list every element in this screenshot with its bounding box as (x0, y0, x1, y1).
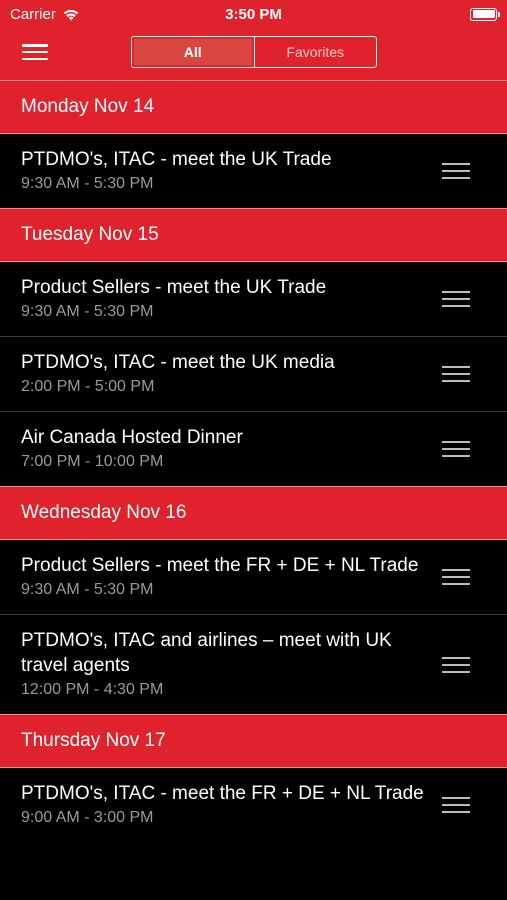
event-time: 2:00 PM - 5:00 PM (21, 378, 155, 395)
reorder-handle-icon[interactable] (442, 569, 470, 585)
event-time: 7:00 PM - 10:00 PM (21, 453, 164, 470)
status-left: Carrier (10, 6, 80, 23)
event-row[interactable]: PTDMO's, ITAC and airlines – meet with U… (0, 615, 507, 714)
event-time: 9:30 AM - 5:30 PM (21, 303, 154, 320)
reorder-handle-icon[interactable] (442, 656, 470, 673)
carrier-label: Carrier (10, 5, 56, 23)
section-header-thursday: Thursday Nov 17 (0, 714, 507, 768)
event-row[interactable]: Product Sellers - meet the FR + DE + NL … (0, 540, 507, 615)
event-time: 9:30 AM - 5:30 PM (21, 175, 154, 192)
event-row[interactable]: PTDMO's, ITAC - meet the FR + DE + NL Tr… (0, 768, 507, 842)
event-title: PTDMO's, ITAC - meet the FR + DE + NL Tr… (21, 783, 424, 804)
event-row[interactable]: Product Sellers - meet the UK Trade 9:30… (0, 262, 507, 337)
app-screen: Carrier 3:50 PM All Favorites Monday Nov… (0, 0, 507, 900)
tab-all[interactable]: All (132, 37, 255, 67)
reorder-handle-icon[interactable] (442, 797, 470, 813)
event-time: 9:00 AM - 3:00 PM (21, 809, 154, 826)
nav-bar: All Favorites (0, 28, 507, 80)
reorder-handle-icon[interactable] (442, 291, 470, 307)
event-title: Product Sellers - meet the UK Trade (21, 277, 327, 298)
event-title: Air Canada Hosted Dinner (21, 427, 243, 448)
event-time: 9:30 AM - 5:30 PM (21, 581, 154, 598)
status-bar: Carrier 3:50 PM (0, 0, 507, 28)
hamburger-menu-icon[interactable] (22, 42, 48, 62)
event-row[interactable]: PTDMO's, ITAC - meet the UK media 2:00 P… (0, 337, 507, 412)
section-header-wednesday: Wednesday Nov 16 (0, 486, 507, 540)
event-title: PTDMO's, ITAC - meet the UK media (21, 352, 335, 373)
battery-icon (470, 7, 500, 21)
reorder-handle-icon[interactable] (442, 441, 470, 457)
event-row[interactable]: PTDMO's, ITAC - meet the UK Trade 9:30 A… (0, 134, 507, 208)
event-row[interactable]: Air Canada Hosted Dinner 7:00 PM - 10:00… (0, 412, 507, 486)
reorder-handle-icon[interactable] (442, 163, 470, 179)
filter-segmented-control: All Favorites (131, 36, 377, 68)
wifi-icon (63, 9, 79, 20)
reorder-handle-icon[interactable] (442, 366, 470, 382)
event-title: Product Sellers - meet the FR + DE + NL … (21, 555, 419, 576)
event-time: 12:00 PM - 4:30 PM (21, 681, 164, 698)
tab-favorites[interactable]: Favorites (255, 37, 377, 67)
event-title: PTDMO's, ITAC and airlines – meet with U… (21, 630, 392, 676)
schedule-list: Monday Nov 14 PTDMO's, ITAC - meet the U… (0, 80, 507, 842)
event-title: PTDMO's, ITAC - meet the UK Trade (21, 149, 332, 170)
section-header-monday: Monday Nov 14 (0, 80, 507, 134)
section-header-tuesday: Tuesday Nov 15 (0, 208, 507, 262)
